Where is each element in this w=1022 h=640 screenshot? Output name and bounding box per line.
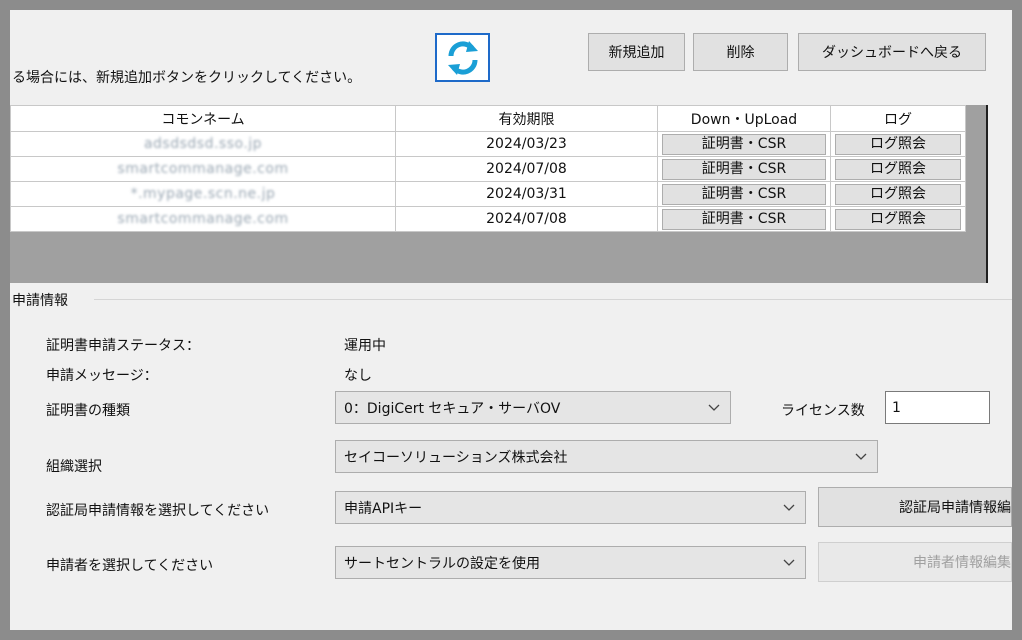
certificate-table-area: コモンネーム 有効期限 Down・UpLoad ログ adsdsdsd.sso.…: [10, 105, 988, 283]
license-count-input[interactable]: 1: [885, 391, 990, 424]
common-name-cell[interactable]: *.mypage.scn.ne.jp: [10, 181, 396, 207]
common-name-cell[interactable]: smartcommanage.com: [10, 156, 396, 182]
applicant-select[interactable]: サートセントラルの設定を使用: [335, 546, 806, 579]
table-row[interactable]: smartcommanage.com 2024/07/08 証明書・CSR ログ…: [10, 206, 966, 232]
download-cell: 証明書・CSR: [657, 181, 831, 207]
back-to-dashboard-button[interactable]: ダッシュボードへ戻る: [798, 33, 986, 71]
applicant-edit-button[interactable]: 申請者情報編集: [818, 542, 1012, 582]
download-cert-csr-button[interactable]: 証明書・CSR: [662, 133, 826, 155]
common-name-cell[interactable]: smartcommanage.com: [10, 206, 396, 232]
log-cell: ログ照会: [830, 131, 966, 157]
ca-info-label: 認証局申請情報を選択してください: [46, 503, 270, 519]
applicant-value: サートセントラルの設定を使用: [344, 555, 540, 572]
header-log[interactable]: ログ: [830, 105, 966, 132]
log-view-button[interactable]: ログ照会: [835, 208, 961, 230]
ca-info-edit-button[interactable]: 認証局申請情報編: [818, 487, 1012, 527]
app-window: る場合には、新規追加ボタンをクリックしてください。 新規追加 削除 ダッシュボー…: [10, 10, 1012, 630]
common-name-text: smartcommanage.com: [117, 161, 289, 177]
group-divider: [94, 299, 1012, 300]
status-label: 証明書申請ステータス：: [46, 338, 200, 354]
download-cell: 証明書・CSR: [657, 206, 831, 232]
group-title: 申請情報: [12, 290, 72, 310]
applicant-label: 申請者を選択してください: [46, 558, 214, 574]
message-label: 申請メッセージ：: [46, 368, 158, 384]
common-name-text: smartcommanage.com: [117, 211, 289, 227]
instruction-text: る場合には、新規追加ボタンをクリックしてください。: [12, 70, 362, 86]
download-cell: 証明書・CSR: [657, 131, 831, 157]
chevron-down-icon: [783, 504, 795, 511]
new-button[interactable]: 新規追加: [588, 33, 685, 71]
log-cell: ログ照会: [830, 206, 966, 232]
expiry-cell[interactable]: 2024/07/08: [395, 156, 658, 182]
status-value: 運用中: [344, 338, 386, 354]
table-row[interactable]: smartcommanage.com 2024/07/08 証明書・CSR ログ…: [10, 156, 966, 182]
expiry-cell[interactable]: 2024/07/08: [395, 206, 658, 232]
message-value: なし: [344, 368, 372, 384]
table-header-row: コモンネーム 有効期限 Down・UpLoad ログ: [10, 105, 966, 132]
log-view-button[interactable]: ログ照会: [835, 133, 961, 155]
refresh-icon: [447, 40, 478, 75]
license-count-label: ライセンス数: [781, 403, 865, 419]
table-row[interactable]: *.mypage.scn.ne.jp 2024/03/31 証明書・CSR ログ…: [10, 181, 966, 207]
ca-info-value: 申請APIキー: [344, 500, 423, 517]
common-name-cell[interactable]: adsdsdsd.sso.jp: [10, 131, 396, 157]
expiry-cell[interactable]: 2024/03/31: [395, 181, 658, 207]
certificate-table: コモンネーム 有効期限 Down・UpLoad ログ adsdsdsd.sso.…: [10, 105, 966, 232]
delete-button[interactable]: 削除: [693, 33, 788, 71]
refresh-button[interactable]: [435, 33, 490, 82]
log-view-button[interactable]: ログ照会: [835, 158, 961, 180]
table-row[interactable]: adsdsdsd.sso.jp 2024/03/23 証明書・CSR ログ照会: [10, 131, 966, 157]
download-cert-csr-button[interactable]: 証明書・CSR: [662, 208, 826, 230]
chevron-down-icon: [708, 404, 720, 411]
chevron-down-icon: [855, 453, 867, 460]
download-cell: 証明書・CSR: [657, 156, 831, 182]
org-label: 組織選択: [46, 459, 102, 475]
download-cert-csr-button[interactable]: 証明書・CSR: [662, 183, 826, 205]
common-name-text: *.mypage.scn.ne.jp: [130, 186, 276, 202]
header-common-name[interactable]: コモンネーム: [10, 105, 396, 132]
log-cell: ログ照会: [830, 156, 966, 182]
ca-info-select[interactable]: 申請APIキー: [335, 491, 806, 524]
cert-type-value: 0：DigiCert セキュア・サーバOV: [344, 400, 561, 417]
table-border: [986, 105, 988, 283]
download-cert-csr-button[interactable]: 証明書・CSR: [662, 158, 826, 180]
expiry-cell[interactable]: 2024/03/23: [395, 131, 658, 157]
chevron-down-icon: [783, 559, 795, 566]
header-expiry[interactable]: 有効期限: [395, 105, 658, 132]
org-value: セイコーソリューションズ株式会社: [344, 449, 568, 466]
common-name-text: adsdsdsd.sso.jp: [143, 136, 263, 152]
org-select[interactable]: セイコーソリューションズ株式会社: [335, 440, 878, 473]
log-view-button[interactable]: ログ照会: [835, 183, 961, 205]
cert-type-label: 証明書の種類: [46, 403, 130, 419]
header-download-upload[interactable]: Down・UpLoad: [657, 105, 831, 132]
log-cell: ログ照会: [830, 181, 966, 207]
cert-type-select[interactable]: 0：DigiCert セキュア・サーバOV: [335, 391, 731, 424]
